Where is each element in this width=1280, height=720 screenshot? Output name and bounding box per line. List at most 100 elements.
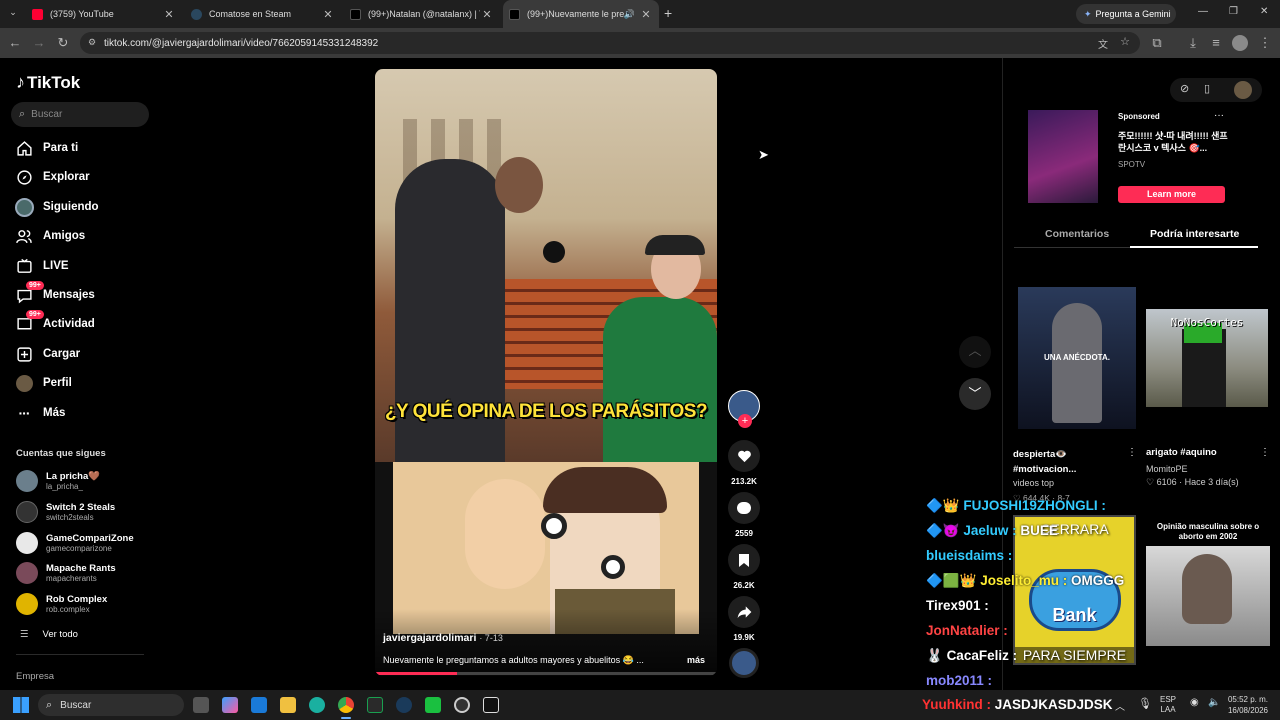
suggestion-thumbnail[interactable]: UNA ANÉCDOTA. xyxy=(1018,287,1136,429)
activity-icon: 99+ xyxy=(14,310,44,334)
previous-video-button[interactable]: ︿ xyxy=(959,336,991,368)
nav-cargar[interactable]: Cargar xyxy=(14,342,80,366)
author-avatar-button[interactable]: + xyxy=(728,390,760,428)
share-button[interactable]: 19.9K xyxy=(727,596,761,642)
video-player[interactable]: ¿Y QUÉ OPINA DE LOS PARÁSITOS? javiergaj… xyxy=(375,69,717,676)
search-input[interactable]: ⌕ Buscar xyxy=(11,102,149,127)
like-button[interactable]: 213.2K xyxy=(727,440,761,486)
network-icon[interactable]: ◉ xyxy=(1190,697,1199,708)
tray-chevron-icon[interactable]: ︿ xyxy=(1115,698,1125,713)
extensions-icon[interactable]: ⧉ xyxy=(1148,34,1166,52)
followed-account[interactable]: GameCompariZone gamecomparizone xyxy=(16,532,134,554)
close-icon[interactable]: ✕ xyxy=(162,8,176,21)
ad-menu-icon[interactable]: ··· xyxy=(1214,110,1224,121)
clock[interactable]: 05:52 p. m. 16/08/2026 xyxy=(1226,694,1268,716)
back-icon[interactable]: ← xyxy=(6,34,24,52)
new-tab-button[interactable]: + xyxy=(664,6,678,20)
video-progress-track[interactable] xyxy=(375,672,717,675)
obs-icon[interactable] xyxy=(454,697,470,713)
music-disc-avatar[interactable] xyxy=(729,648,759,678)
explore-icon[interactable]: ⊘ xyxy=(1180,82,1189,95)
next-video-button[interactable]: ﹀ xyxy=(959,378,991,410)
ad-thumbnail[interactable] xyxy=(1028,110,1098,203)
microphone-icon[interactable]: 🎙 xyxy=(1138,697,1152,710)
razer-icon[interactable] xyxy=(425,697,441,713)
chat-message: BUEE xyxy=(1020,523,1058,538)
nav-explorar[interactable]: Explorar xyxy=(14,165,90,189)
nav-siguiendo[interactable]: Siguiendo xyxy=(14,195,99,219)
translate-icon[interactable]: 文 xyxy=(1098,36,1108,51)
suggestion-menu-icon[interactable]: ⋮ xyxy=(1127,447,1137,458)
tab-list-dropdown-icon[interactable]: ⌄ xyxy=(6,7,20,21)
audio-icon[interactable]: 🔊 xyxy=(624,9,635,20)
volume-icon[interactable]: 🔈 xyxy=(1208,697,1220,708)
device-icon[interactable]: ▯ xyxy=(1204,82,1210,95)
address-bar[interactable]: ⚙ tiktok.com/@javiergajardolimari/video/… xyxy=(80,32,1140,54)
suggestion-author[interactable]: MomitoPE xyxy=(1146,464,1188,474)
suggestion-thumbnail[interactable] xyxy=(1146,546,1270,646)
store-icon[interactable] xyxy=(251,697,267,713)
tab-podria-interesarte[interactable]: Podría interesarte xyxy=(1150,228,1239,240)
tiktok-logo[interactable]: ♪ TikTok xyxy=(16,72,80,93)
suggested-video[interactable]: UNA ANÉCDOTA. despierta👁️ #motivacion...… xyxy=(1013,287,1137,507)
follow-plus-icon[interactable]: + xyxy=(738,414,752,428)
sponsored-ad[interactable]: Sponsored ··· 주모!!!!!! 샷-따 내려!!!!! 샌프란시스… xyxy=(1018,110,1232,206)
gemini-button[interactable]: ✦ Pregunta a Gemini xyxy=(1076,4,1176,24)
nav-amigos[interactable]: Amigos xyxy=(14,224,85,248)
suggested-video[interactable]: NoNosCortes arigato #aquino ⋮ MomitoPE ♡… xyxy=(1142,287,1270,507)
profile-avatar[interactable] xyxy=(1232,35,1248,51)
see-all-link[interactable]: ☰ Ver todo xyxy=(20,629,78,640)
file-explorer-icon[interactable] xyxy=(280,697,296,713)
followed-account[interactable]: Switch 2 Steals switch2steals xyxy=(16,501,115,523)
forward-icon[interactable]: → xyxy=(30,34,48,52)
download-icon[interactable]: ⤓ xyxy=(1184,34,1202,52)
site-info-icon[interactable]: ⚙ xyxy=(88,37,96,48)
company-link[interactable]: Empresa xyxy=(16,671,54,682)
save-button[interactable]: 26.2K xyxy=(727,544,761,590)
reload-icon[interactable]: ↻ xyxy=(54,34,72,52)
tab-tiktok-natalan[interactable]: (99+)Natalan (@natalanx) | TikT ✕ xyxy=(344,0,500,28)
tab-youtube[interactable]: (3759) YouTube ✕ xyxy=(26,0,182,28)
windows-start-icon[interactable] xyxy=(13,697,29,713)
tab-steam[interactable]: Comatose en Steam ✕ xyxy=(185,0,341,28)
minimize-button[interactable]: — xyxy=(1198,6,1208,17)
media-icon[interactable]: ≡ xyxy=(1207,34,1225,52)
followed-account[interactable]: Mapache Rants mapacherants xyxy=(16,562,116,584)
tab-tiktok-video[interactable]: (99+)Nuevamente le pregu 🔊 ✕ xyxy=(503,0,659,28)
suggested-video[interactable]: Opinião masculina sobre o aborto em 2002 xyxy=(1146,518,1270,648)
user-avatar[interactable] xyxy=(1234,81,1252,99)
comment-button[interactable]: 2559 xyxy=(727,492,761,538)
close-icon[interactable]: ✕ xyxy=(480,8,494,21)
nav-para-ti[interactable]: Para ti xyxy=(14,136,78,160)
suggestion-menu-icon[interactable]: ⋮ xyxy=(1260,447,1270,458)
close-icon[interactable]: ✕ xyxy=(321,8,335,21)
close-icon[interactable]: ✕ xyxy=(639,8,653,21)
nav-perfil[interactable]: Perfil xyxy=(14,371,72,395)
followed-account[interactable]: Rob Complex rob.complex xyxy=(16,593,107,615)
nav-mas[interactable]: ··· Más xyxy=(14,401,66,425)
nav-live[interactable]: LIVE xyxy=(14,254,69,278)
language-indicator[interactable]: ESP LAA xyxy=(1160,695,1176,715)
taskbar-search[interactable]: ⌕ Buscar xyxy=(38,694,184,716)
chrome-icon[interactable] xyxy=(338,697,354,713)
close-window-button[interactable]: ✕ xyxy=(1260,6,1268,17)
more-link[interactable]: más xyxy=(687,655,705,665)
bookmark-star-icon[interactable]: ☆ xyxy=(1120,35,1130,48)
video-author[interactable]: javiergajardolimari xyxy=(383,632,476,644)
nav-actividad[interactable]: 99+ Actividad xyxy=(14,310,95,336)
learn-more-button[interactable]: Learn more xyxy=(1118,186,1225,203)
copilot-icon[interactable] xyxy=(222,697,238,713)
edge-icon[interactable] xyxy=(309,697,325,713)
steam-taskbar-icon[interactable] xyxy=(396,697,412,713)
capcut-icon[interactable] xyxy=(483,697,499,713)
menu-icon[interactable]: ⋮ xyxy=(1256,34,1274,52)
tab-comentarios[interactable]: Comentarios xyxy=(1045,228,1109,240)
followed-account[interactable]: La pricha🤎 la_pricha_ xyxy=(16,470,100,492)
restore-button[interactable]: ❐ xyxy=(1229,6,1238,17)
video-author-line[interactable]: javiergajardolimari · 7-13 xyxy=(383,632,503,644)
suggestion-author[interactable]: videos top xyxy=(1013,478,1054,488)
nav-mensajes[interactable]: 99+ Mensajes xyxy=(14,281,95,307)
terminal-icon[interactable] xyxy=(367,697,383,713)
task-view-icon[interactable] xyxy=(193,697,209,713)
suggestion-thumbnail[interactable]: NoNosCortes xyxy=(1146,309,1268,407)
